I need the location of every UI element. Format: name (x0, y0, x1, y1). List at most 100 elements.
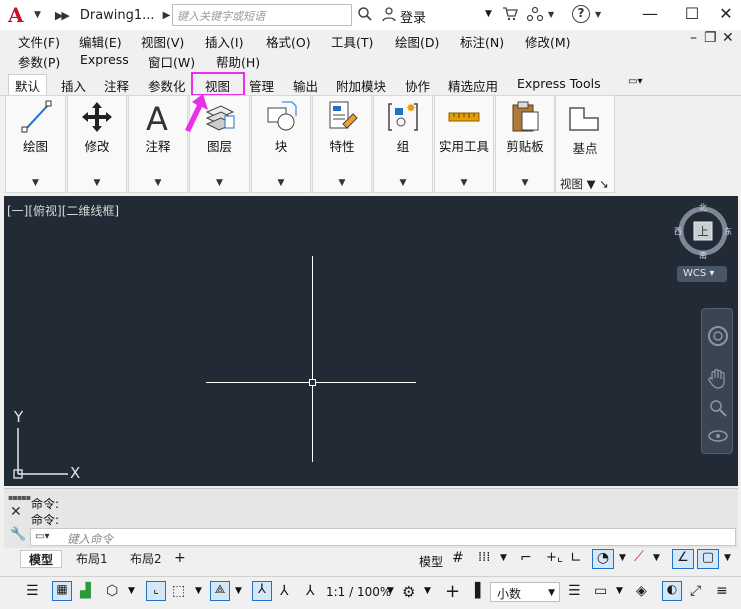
viewport-controls-label[interactable]: [一][俯视][二维线框] (7, 202, 119, 219)
scale-caret-icon[interactable]: ▼ (387, 586, 394, 596)
panel-modify[interactable]: 修改 ▼ (67, 95, 127, 193)
menu-dimension[interactable]: 标注(N) (460, 32, 504, 51)
lock-caret-icon[interactable]: ▼ (616, 586, 623, 596)
annotation-scale-icon[interactable]: ⅄ (306, 583, 326, 603)
selection-filter-caret-icon[interactable]: ▼ (195, 586, 202, 596)
panel-clipboard[interactable]: 剪贴板 ▼ (495, 95, 555, 193)
menu-file[interactable]: 文件(F) (18, 32, 60, 51)
search-icon[interactable] (357, 6, 373, 22)
command-customize-icon[interactable]: 🔧 (10, 527, 26, 542)
units-select[interactable]: 小数 ▼ (490, 582, 560, 602)
panel-annotation[interactable]: A 注释 ▼ (128, 95, 188, 193)
panel-block[interactable]: 块 ▼ (251, 95, 311, 193)
panel-layers-caret-icon[interactable]: ▼ (190, 178, 249, 188)
a360-caret-icon[interactable]: ▼ (548, 10, 554, 19)
quick-properties-icon[interactable]: ☰ (568, 583, 588, 603)
menu-parametric[interactable]: 参数(P) (18, 52, 60, 71)
hardware-acceleration-icon[interactable]: ◐ (662, 581, 682, 601)
panel-draw-caret-icon[interactable]: ▼ (6, 178, 65, 188)
polar-caret-icon[interactable]: ▼ (619, 553, 626, 563)
tab-express-tools[interactable]: Express Tools (517, 76, 601, 91)
minimize-button[interactable]: — (640, 5, 660, 25)
selection-cycling-icon[interactable]: ▟ (80, 583, 100, 603)
menu-express[interactable]: Express (80, 52, 129, 67)
grid-icon[interactable]: # (452, 550, 464, 566)
menu-draw[interactable]: 绘图(D) (395, 32, 439, 51)
annotation-visibility-icon[interactable]: ⅄ (252, 581, 272, 601)
autocad-logo-icon[interactable]: A (8, 4, 30, 26)
close-button[interactable]: ✕ (716, 5, 736, 25)
menu-format[interactable]: 格式(O) (266, 32, 311, 51)
3d-osnap-caret-icon[interactable]: ▼ (128, 586, 135, 596)
lock-ui-icon[interactable]: ▭ (594, 583, 614, 603)
cart-icon[interactable] (502, 6, 518, 22)
model-space-button[interactable]: 模型 (419, 553, 443, 570)
drawing-canvas[interactable]: [一][俯视][二维线框] Y X 上 北 南 东 西 WCS ▾ (4, 196, 738, 486)
steering-wheel-icon[interactable] (707, 325, 729, 347)
command-prompt-icon[interactable]: ▭▾ (35, 531, 49, 542)
infer-constraints-icon[interactable]: ⌐ (520, 550, 532, 566)
tab-model[interactable]: 模型 (20, 550, 63, 568)
wcs-menu-button[interactable]: WCS ▾ (677, 266, 727, 282)
workspace-gear-icon[interactable]: ⚙ (402, 583, 422, 603)
isodraft-icon[interactable]: ⟋ (634, 549, 644, 565)
annotation-monitor-icon[interactable]: + (445, 581, 465, 602)
command-close-icon[interactable]: ✕ (10, 504, 22, 520)
panel-block-caret-icon[interactable]: ▼ (252, 178, 310, 188)
customization-icon[interactable]: ≡ (716, 583, 736, 603)
doc-minimize-button[interactable]: – (690, 30, 697, 46)
maximize-button[interactable]: ☐ (682, 5, 702, 25)
tab-addins[interactable]: 附加模块 (336, 76, 386, 95)
object-snap-tracking-icon[interactable]: ∠ (672, 549, 694, 569)
tab-output[interactable]: 输出 (293, 76, 318, 95)
doc-close-button[interactable]: ✕ (722, 30, 734, 46)
command-grip-icon[interactable]: ▪▪▪▪▪ (8, 493, 31, 502)
help-caret-icon[interactable]: ▼ (595, 10, 601, 19)
tab-layout2[interactable]: 布局2 (122, 550, 170, 568)
zoom-icon[interactable] (707, 397, 729, 419)
tab-manage[interactable]: 管理 (249, 76, 274, 95)
tab-insert[interactable]: 插入 (61, 76, 86, 95)
panel-utilities[interactable]: 实用工具 ▼ (434, 95, 494, 193)
panel-group-caret-icon[interactable]: ▼ (374, 178, 432, 188)
panel-properties[interactable]: 特性 ▼ (312, 95, 372, 193)
new-layout-icon[interactable]: + (174, 550, 186, 566)
tab-featured-apps[interactable]: 精选应用 (448, 76, 498, 95)
panel-draw[interactable]: 绘图 ▼ (5, 95, 66, 193)
tab-collaborate[interactable]: 协作 (405, 76, 430, 95)
menu-help[interactable]: 帮助(H) (216, 52, 260, 71)
login-button[interactable]: 登录 (400, 7, 426, 26)
gizmo-icon[interactable]: ⟁ (210, 581, 230, 601)
polar-tracking-icon[interactable]: ◔ (592, 549, 614, 569)
command-input[interactable]: ▭▾ 键入命令 (30, 528, 736, 546)
panel-utilities-caret-icon[interactable]: ▼ (435, 178, 493, 188)
viewcube-icon[interactable]: 上 北 南 东 西 (674, 202, 732, 260)
menu-insert[interactable]: 插入(I) (205, 32, 243, 51)
orbit-icon[interactable] (707, 425, 729, 447)
osnap-caret-icon[interactable]: ▼ (724, 553, 731, 563)
3d-osnap-icon[interactable]: ⬡ (106, 583, 126, 603)
clean-screen-icon[interactable]: ⤢ (690, 583, 710, 603)
panel-clipboard-caret-icon[interactable]: ▼ (496, 178, 554, 188)
login-caret-icon[interactable]: ▼ (485, 9, 492, 19)
panel-group[interactable]: ✸ 组 ▼ (373, 95, 433, 193)
quick-access-expand-icon[interactable]: ▶▶ (55, 9, 70, 22)
dynamic-ucs-icon[interactable]: ⌞ (146, 581, 166, 601)
ortho-icon[interactable]: ∟ (570, 550, 582, 566)
help-icon[interactable]: ? (572, 5, 590, 23)
tab-parametric[interactable]: 参数化 (148, 76, 186, 95)
snap-caret-icon[interactable]: ▼ (500, 553, 507, 563)
transparency-icon[interactable]: ▦ (52, 581, 72, 601)
doc-restore-button[interactable]: ❐ (704, 30, 717, 46)
title-arrow-icon[interactable]: ▶ (163, 10, 171, 21)
search-input[interactable]: 键入关键字或短语 (172, 4, 352, 26)
app-menu-caret-icon[interactable]: ▼ (34, 10, 41, 20)
navigation-bar[interactable] (701, 308, 733, 454)
menu-edit[interactable]: 编辑(E) (79, 32, 122, 51)
menu-modify[interactable]: 修改(M) (525, 32, 571, 51)
gizmo-caret-icon[interactable]: ▼ (235, 586, 242, 596)
ribbon-minimize-icon[interactable]: ▭▾ (628, 76, 642, 87)
menu-view[interactable]: 视图(V) (141, 32, 184, 51)
panel-properties-caret-icon[interactable]: ▼ (313, 178, 371, 188)
lineweight-icon[interactable]: ☰ (26, 583, 46, 603)
